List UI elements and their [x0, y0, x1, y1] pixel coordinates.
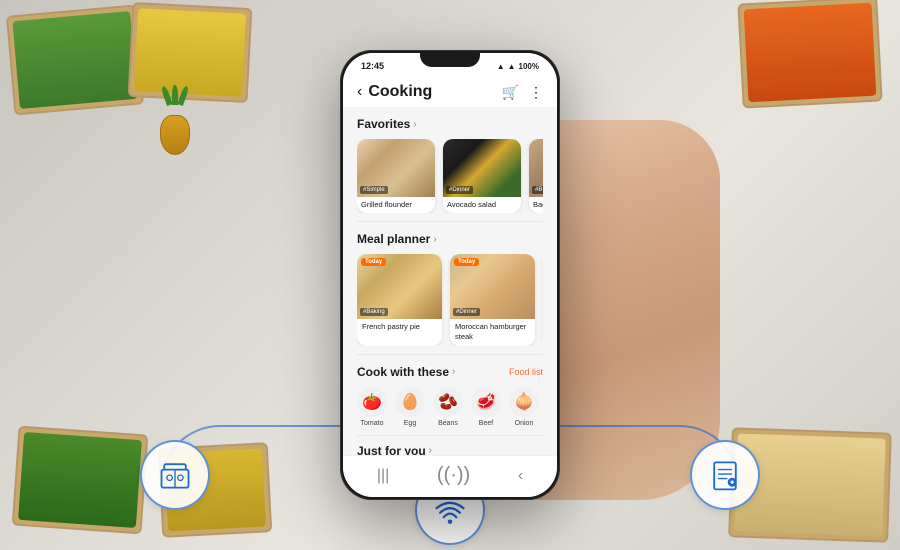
planner-label-pastry: French pastry pie: [357, 319, 442, 336]
phone-notch: [420, 53, 480, 67]
phone: 12:45 ▲ ▲ 100% ‹ Cooking 🛒 ⋮: [340, 50, 560, 500]
ingredient-beans[interactable]: 🫘 Beans: [433, 387, 463, 427]
crate-greens: [12, 426, 149, 535]
cook-arrow: ›: [452, 366, 455, 377]
tomato-icon: 🍅: [357, 387, 387, 417]
planner-tag-baking: #Baking: [360, 308, 388, 316]
card-tag-dinner: #Dinner: [446, 186, 473, 194]
beef-label: Beef: [479, 420, 493, 427]
nav-back-icon[interactable]: ‹: [518, 467, 523, 485]
food-box-svg: [157, 457, 193, 493]
app-header: ‹ Cooking 🛒 ⋮: [343, 75, 557, 107]
just-for-you-section: Just for you ›: [343, 440, 557, 456]
cook-with-these-section: Cook with these › Food list 🍅 Tomato 🥚 E…: [343, 359, 557, 431]
crate-green-beans: [6, 5, 144, 116]
planner-tag-dinner2: #Dinner: [453, 308, 480, 316]
planner-image-pastry: Today #Baking: [357, 254, 442, 319]
recipe-board-icon-circle[interactable]: [690, 440, 760, 510]
today-badge-2: Today: [454, 258, 479, 266]
app-content[interactable]: Favorites › #Simple Grilled flounder: [343, 107, 557, 455]
card-tag-third: #B: [532, 186, 543, 194]
beans-label: Beans: [438, 420, 458, 427]
nav-menu-icon[interactable]: |||: [377, 467, 389, 485]
cook-header: Cook with these › Food list: [357, 365, 543, 379]
battery-icon: 100%: [519, 62, 539, 71]
phone-screen: 12:45 ▲ ▲ 100% ‹ Cooking 🛒 ⋮: [343, 53, 557, 497]
crate-yellow: [128, 2, 253, 103]
card-label-avocado: Avocado salad: [443, 197, 521, 213]
status-time: 12:45: [361, 61, 384, 71]
signal-icon: ▲: [497, 62, 505, 71]
just-arrow: ›: [429, 445, 432, 455]
app-title: Cooking: [368, 83, 432, 101]
crate-carrots: [737, 0, 882, 109]
bottom-nav: ||| ((·)) ‹: [343, 455, 557, 497]
card-image-grilled: #Simple: [357, 139, 435, 197]
onion-label: Onion: [515, 420, 534, 427]
card-label-third: Bac...: [529, 197, 543, 213]
recipe-card-grilled[interactable]: #Simple Grilled flounder: [357, 139, 435, 213]
favorites-header[interactable]: Favorites ›: [357, 117, 543, 131]
meal-planner-title: Meal planner: [357, 232, 430, 246]
onion-icon: 🧅: [509, 387, 539, 417]
egg-icon: 🥚: [395, 387, 425, 417]
card-label-grilled: Grilled flounder: [357, 197, 435, 213]
wifi-icon: ▲: [508, 62, 516, 71]
card-image-third: #B: [529, 139, 543, 197]
today-badge-1: Today: [361, 258, 386, 266]
recipe-card-avocado[interactable]: #Dinner Avocado salad: [443, 139, 521, 213]
cart-icon[interactable]: 🛒: [502, 84, 519, 101]
favorites-title: Favorites: [357, 117, 410, 131]
ingredient-egg[interactable]: 🥚 Egg: [395, 387, 425, 427]
ingredient-beef[interactable]: 🥩 Beef: [471, 387, 501, 427]
ingredients-row: 🍅 Tomato 🥚 Egg 🫘 Beans 🥩: [357, 387, 543, 427]
food-box-icon-circle[interactable]: [140, 440, 210, 510]
more-icon[interactable]: ⋮: [529, 84, 543, 101]
nav-wifi-icon[interactable]: ((·)): [437, 464, 470, 487]
meal-planner-cards-row: Today #Baking French pastry pie Today #D…: [357, 254, 543, 346]
planner-card-pastry[interactable]: Today #Baking French pastry pie: [357, 254, 442, 346]
phone-device: 12:45 ▲ ▲ 100% ‹ Cooking 🛒 ⋮: [340, 50, 560, 500]
card-tag-simple: #Simple: [360, 186, 388, 194]
planner-image-moroccan: Today #Dinner: [450, 254, 535, 319]
beef-icon: 🥩: [471, 387, 501, 417]
tomato-label: Tomato: [361, 420, 384, 427]
favorites-arrow: ›: [413, 119, 416, 130]
divider-2: [357, 354, 543, 355]
meal-planner-header[interactable]: Meal planner ›: [357, 232, 543, 246]
food-list-link[interactable]: Food list: [509, 367, 543, 377]
meal-planner-arrow: ›: [433, 234, 436, 245]
status-icons: ▲ ▲ 100%: [497, 62, 539, 71]
card-image-avocado: #Dinner: [443, 139, 521, 197]
back-button[interactable]: ‹: [357, 83, 362, 101]
meal-planner-section: Meal planner › Today #Baking French past…: [343, 226, 557, 350]
pineapple-decoration: [155, 90, 195, 150]
divider-3: [357, 435, 543, 436]
cook-title: Cook with these: [357, 365, 449, 379]
cook-title-area[interactable]: Cook with these ›: [357, 365, 455, 379]
header-left: ‹ Cooking: [357, 83, 432, 101]
egg-label: Egg: [404, 420, 416, 427]
header-right: 🛒 ⋮: [502, 84, 543, 101]
recipe-board-svg: [707, 457, 743, 493]
ingredient-onion[interactable]: 🧅 Onion: [509, 387, 539, 427]
just-title: Just for you: [357, 444, 426, 456]
recipe-card-third[interactable]: #B Bac...: [529, 139, 543, 213]
favorites-cards-row: #Simple Grilled flounder #Dinner Avocado…: [357, 139, 543, 213]
just-header[interactable]: Just for you ›: [357, 444, 543, 456]
favorites-section: Favorites › #Simple Grilled flounder: [343, 111, 557, 217]
beans-icon: 🫘: [433, 387, 463, 417]
planner-card-moroccan[interactable]: Today #Dinner Moroccan hamburger steak: [450, 254, 535, 346]
divider-1: [357, 221, 543, 222]
planner-label-moroccan: Moroccan hamburger steak: [450, 319, 535, 346]
ingredient-tomato[interactable]: 🍅 Tomato: [357, 387, 387, 427]
